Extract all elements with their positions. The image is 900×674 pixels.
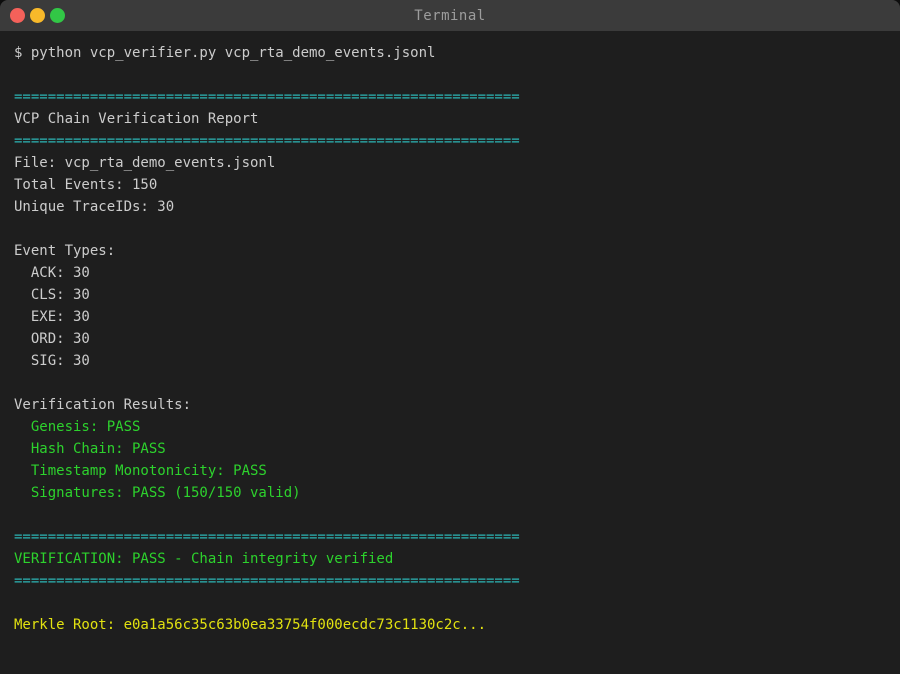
terminal-line (14, 218, 886, 240)
window-title: Terminal (0, 8, 900, 24)
window-controls (10, 0, 65, 31)
terminal-window: Terminal $ python vcp_verifier.py vcp_rt… (0, 0, 900, 674)
terminal-output[interactable]: $ python vcp_verifier.py vcp_rta_demo_ev… (0, 31, 900, 674)
terminal-line (14, 504, 886, 526)
terminal-line: Verification Results: (14, 394, 886, 416)
terminal-line: Timestamp Monotonicity: PASS (14, 460, 886, 482)
terminal-line: ORD: 30 (14, 328, 886, 350)
zoom-button[interactable] (50, 8, 65, 23)
terminal-line: ========================================… (14, 86, 886, 108)
terminal-line: SIG: 30 (14, 350, 886, 372)
terminal-line: VCP Chain Verification Report (14, 108, 886, 130)
terminal-line (14, 372, 886, 394)
terminal-line: Merkle Root: e0a1a56c35c63b0ea33754f000e… (14, 614, 886, 636)
terminal-line: Signatures: PASS (150/150 valid) (14, 482, 886, 504)
window-titlebar[interactable]: Terminal (0, 0, 900, 31)
terminal-line: EXE: 30 (14, 306, 886, 328)
terminal-line: ========================================… (14, 526, 886, 548)
terminal-line: ACK: 30 (14, 262, 886, 284)
minimize-button[interactable] (30, 8, 45, 23)
terminal-line: Unique TraceIDs: 30 (14, 196, 886, 218)
terminal-line (14, 64, 886, 86)
terminal-line: Total Events: 150 (14, 174, 886, 196)
terminal-line: ========================================… (14, 130, 886, 152)
terminal-line: ========================================… (14, 570, 886, 592)
terminal-line: Hash Chain: PASS (14, 438, 886, 460)
terminal-line (14, 592, 886, 614)
terminal-line: File: vcp_rta_demo_events.jsonl (14, 152, 886, 174)
terminal-line: Genesis: PASS (14, 416, 886, 438)
terminal-line: $ python vcp_verifier.py vcp_rta_demo_ev… (14, 42, 886, 64)
terminal-line: Event Types: (14, 240, 886, 262)
terminal-line: CLS: 30 (14, 284, 886, 306)
terminal-line: VERIFICATION: PASS - Chain integrity ver… (14, 548, 886, 570)
close-button[interactable] (10, 8, 25, 23)
